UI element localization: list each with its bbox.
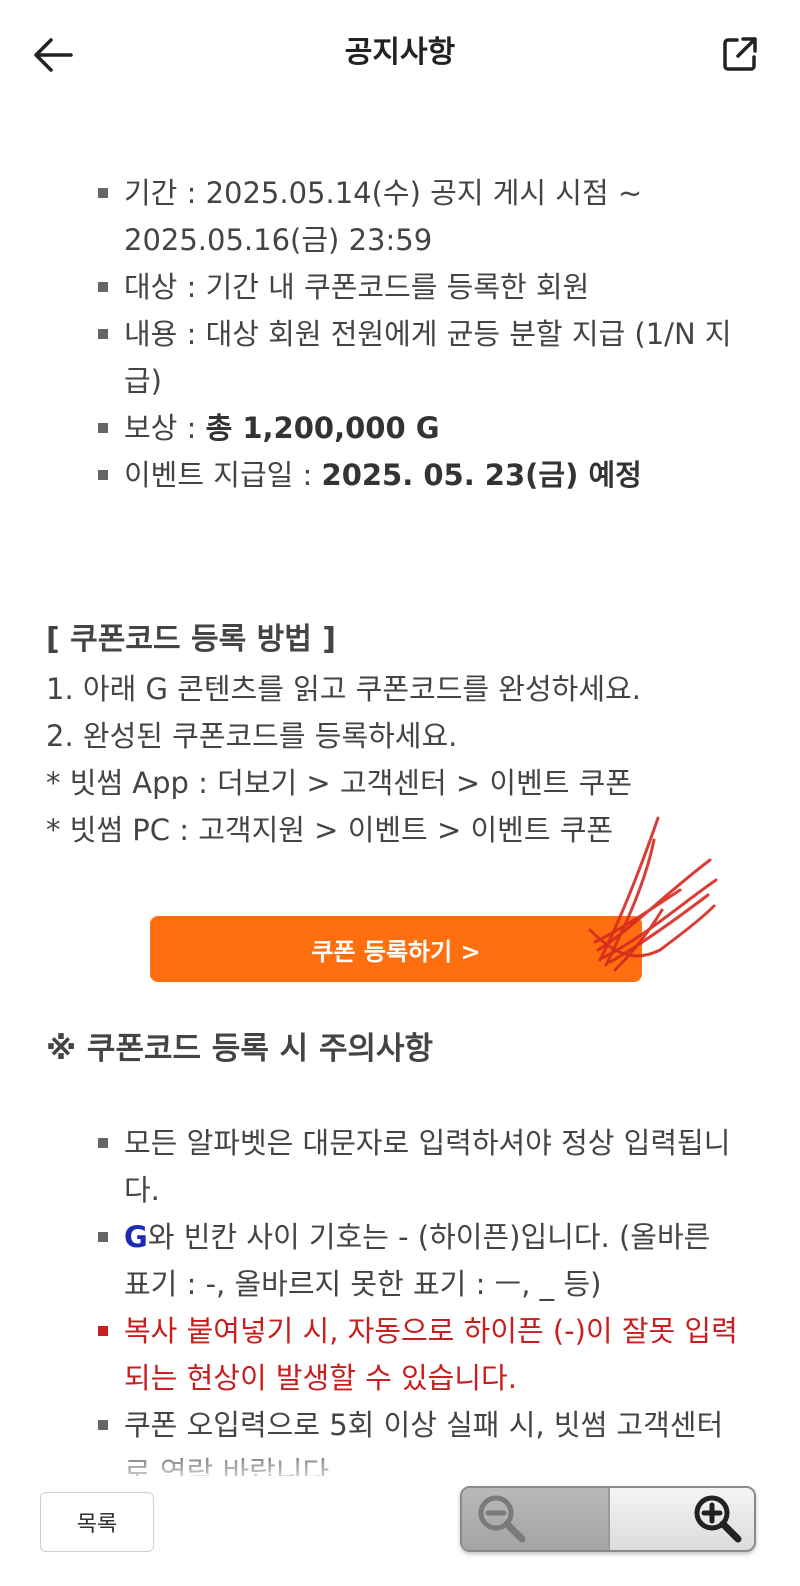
info-value: 기간 내 쿠폰코드를 등록한 회원: [205, 270, 590, 304]
caution-text: 모든 알파벳은 대문자로 입력하셔야 정상 입력됩니다.: [124, 1126, 731, 1207]
zoom-in-button[interactable]: [608, 1488, 754, 1550]
info-label: 대상 :: [124, 270, 206, 304]
bullet-square-icon: [98, 470, 108, 480]
caution-item-warning: 복사 붙여넣기 시, 자동으로 하이픈 (-)이 잘못 입력되는 현상이 발생할…: [92, 1308, 742, 1402]
bullet-square-icon: [98, 188, 108, 198]
event-info-period: 기간 : 2025.05.14(수) 공지 게시 시점 ~ 2025.05.16…: [92, 170, 742, 264]
caution-item: 모든 알파벳은 대문자로 입력하셔야 정상 입력됩니다.: [92, 1120, 742, 1214]
info-label: 이벤트 지급일 :: [124, 458, 322, 492]
caution-section-title: ※ 쿠폰코드 등록 시 주의사항: [46, 1031, 434, 1067]
external-link-icon: [723, 37, 757, 71]
caution-text: 와 빈칸 사이 기호는 - (하이픈)입니다. (올바른 표기 : -, 올바르…: [124, 1220, 711, 1301]
event-info-list: 기간 : 2025.05.14(수) 공지 게시 시점 ~ 2025.05.16…: [92, 170, 742, 499]
zoom-in-icon: [694, 1495, 742, 1543]
caution-text: 복사 붙여넣기 시, 자동으로 하이픈 (-)이 잘못 입력되는 현상이 발생할…: [124, 1314, 738, 1395]
event-info-target: 대상 : 기간 내 쿠폰코드를 등록한 회원: [92, 264, 742, 311]
bullet-square-icon: [98, 1420, 108, 1430]
info-label: 내용 :: [124, 317, 206, 351]
bullet-square-icon: [98, 1138, 108, 1148]
register-step: 1. 아래 G 콘텐츠를 읽고 쿠폰코드를 완성하세요.: [46, 672, 641, 706]
zoom-out-icon: [478, 1495, 526, 1543]
register-step: 2. 완성된 쿠폰코드를 등록하세요.: [46, 719, 458, 753]
event-info-reward: 보상 : 총 1,200,000 G: [92, 405, 742, 452]
event-info-content: 내용 : 대상 회원 전원에게 균등 분할 지급 (1/N 지급): [92, 311, 742, 405]
info-value: 2025. 05. 23(금) 예정: [321, 458, 642, 492]
info-value: 총 1,200,000 G: [205, 411, 440, 445]
register-section-title: [ 쿠폰코드 등록 방법 ]: [46, 622, 336, 657]
info-value: 대상 회원 전원에게 균등 분할 지급 (1/N 지급): [124, 317, 732, 398]
bullet-square-icon: [98, 423, 108, 433]
g-mark: G: [124, 1220, 148, 1254]
info-label: 보상 :: [124, 411, 206, 445]
share-button[interactable]: [718, 32, 762, 76]
info-label: 기간 :: [124, 176, 206, 210]
coupon-register-button[interactable]: 쿠폰 등록하기 >: [150, 916, 642, 982]
list-button[interactable]: 목록: [40, 1492, 154, 1552]
bullet-square-icon: [98, 329, 108, 339]
event-info-payout-date: 이벤트 지급일 : 2025. 05. 23(금) 예정: [92, 452, 742, 499]
bottom-bar: 목록: [0, 1476, 800, 1586]
zoom-control: [460, 1486, 756, 1552]
register-step: * 빗썸 App : 더보기 > 고객센터 > 이벤트 쿠폰: [46, 766, 633, 800]
red-scribble-mark: [588, 816, 718, 972]
bullet-square-icon: [98, 282, 108, 292]
page-title: 공지사항: [344, 35, 456, 70]
bullet-square-icon: [98, 1326, 108, 1336]
top-app-bar: 공지사항: [0, 0, 800, 110]
bullet-square-icon: [98, 1232, 108, 1242]
zoom-out-button[interactable]: [462, 1488, 609, 1550]
caution-item: G와 빈칸 사이 기호는 - (하이픈)입니다. (올바른 표기 : -, 올바…: [92, 1214, 742, 1308]
